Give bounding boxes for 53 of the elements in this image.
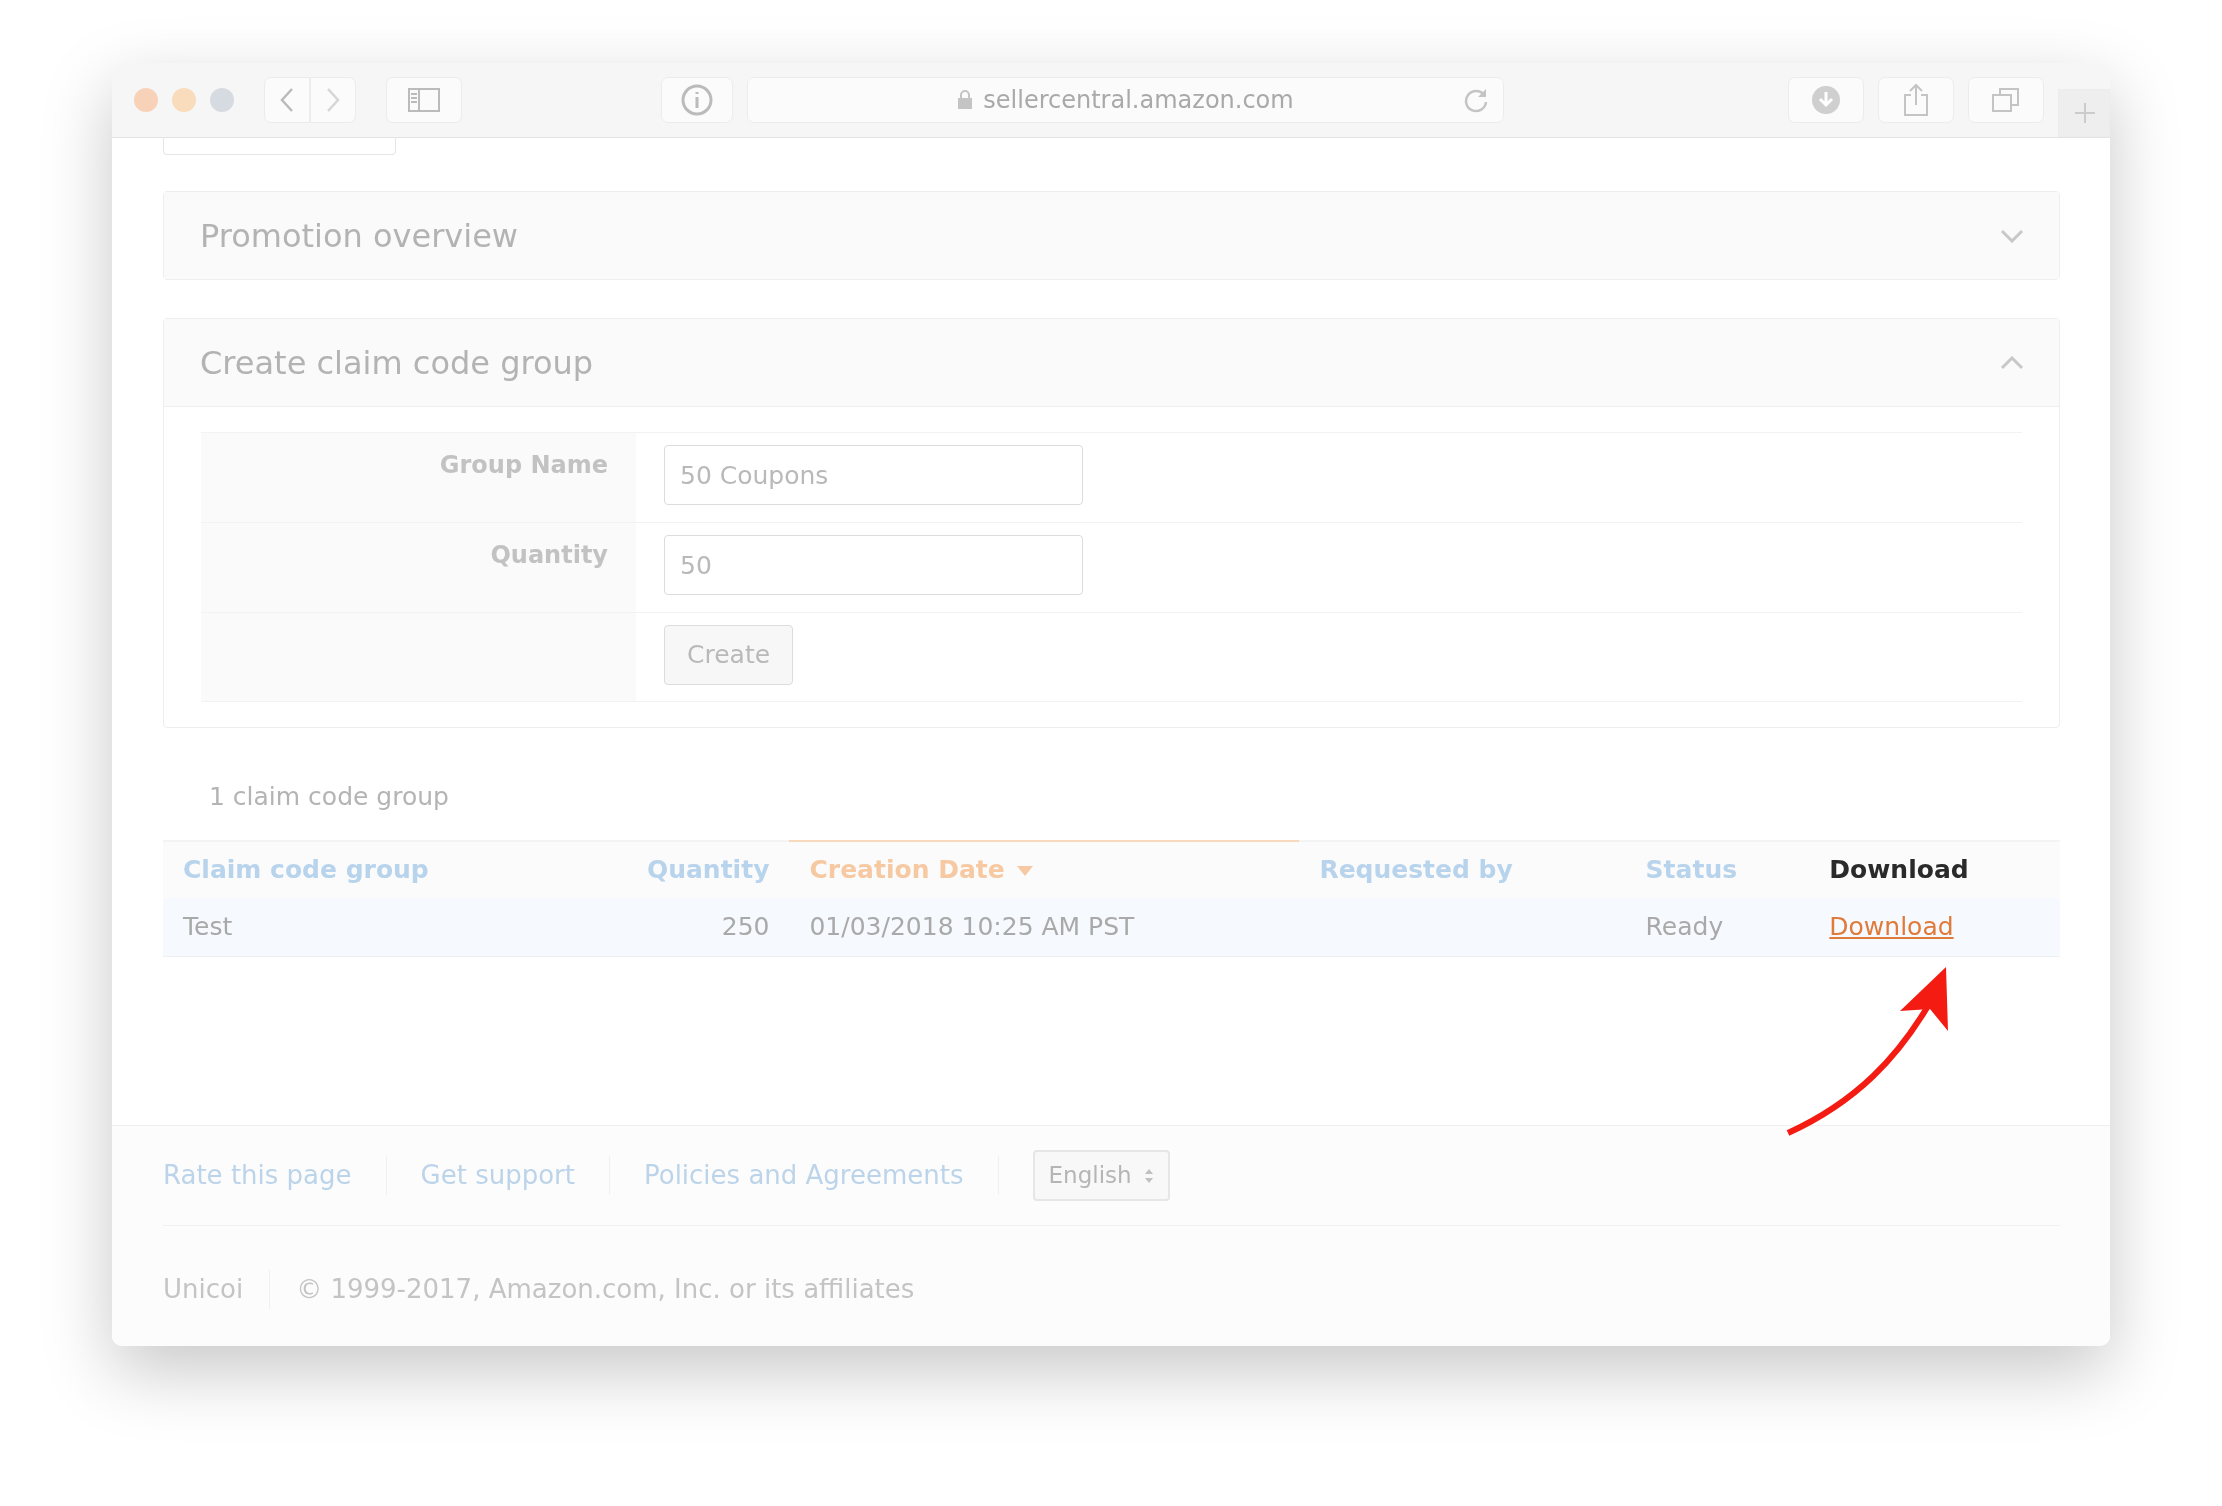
- create-button[interactable]: Create: [664, 625, 794, 685]
- chevron-down-icon: [2000, 228, 2024, 243]
- panel-title: Create claim code group: [200, 342, 594, 384]
- language-select[interactable]: English: [1032, 1150, 1170, 1201]
- download-button[interactable]: [1788, 77, 1864, 123]
- result-count: 1 claim code group: [208, 781, 450, 813]
- footer-link[interactable]: Policies and Agreements: [609, 1156, 999, 1195]
- column-header[interactable]: Creation Date: [789, 841, 1300, 898]
- field-label: Quantity: [201, 523, 636, 612]
- back-icon: [279, 87, 295, 113]
- forward-button[interactable]: [310, 77, 356, 123]
- column-header[interactable]: Quantity: [562, 841, 790, 898]
- table-cell: 01/03/2018 10:25 AM PST: [809, 912, 1135, 941]
- table-cell: Ready: [1645, 912, 1724, 941]
- tabs-button[interactable]: [1968, 77, 2044, 123]
- close-button[interactable]: [134, 88, 158, 112]
- reload-icon[interactable]: [1463, 87, 1489, 113]
- column-header: Download: [1809, 841, 2060, 898]
- share-icon: [1903, 83, 1929, 117]
- chevron-up-icon: [2000, 355, 2024, 370]
- column-header[interactable]: Claim code group: [163, 841, 563, 898]
- table-cell: 250: [721, 912, 770, 941]
- column-header[interactable]: Requested by: [1299, 841, 1626, 898]
- panel-header[interactable]: Promotion overview: [164, 192, 2059, 279]
- address-bar[interactable]: sellercentral.amazon.com: [747, 77, 1504, 123]
- back-button[interactable]: [264, 77, 310, 123]
- copyright-text: © 1999-2017, Amazon.com, Inc. or its affiliates: [295, 1272, 915, 1306]
- forward-icon: [325, 87, 341, 113]
- zoom-button[interactable]: [210, 88, 234, 112]
- info-icon: [681, 84, 713, 116]
- panel-header[interactable]: Create claim code group: [164, 319, 2059, 406]
- panel-title: Promotion overview: [200, 215, 519, 257]
- column-header[interactable]: Status: [1625, 841, 1810, 898]
- updown-icon: [1143, 1167, 1154, 1184]
- footer-link[interactable]: Rate this page: [163, 1156, 387, 1195]
- input-field[interactable]: 50 Coupons: [664, 445, 1083, 505]
- minimize-button[interactable]: [172, 88, 196, 112]
- lock-icon: [957, 90, 974, 110]
- plus-icon: [2073, 101, 2095, 125]
- footer-link[interactable]: Get support: [386, 1156, 610, 1195]
- sidebar-icon: [408, 88, 440, 112]
- input-field[interactable]: 50: [664, 535, 1083, 595]
- table-cell: Test: [183, 912, 233, 941]
- company-name: Unicoi: [163, 1269, 271, 1309]
- tabs-icon: [1992, 87, 2020, 113]
- sort-down-icon: [1016, 866, 1033, 877]
- url-text: sellercentral.amazon.com: [983, 85, 1294, 116]
- new-tab-button[interactable]: [2058, 89, 2110, 137]
- share-button[interactable]: [1878, 77, 1954, 123]
- sidebar-button[interactable]: [386, 77, 462, 123]
- info-button[interactable]: [661, 77, 733, 123]
- download-icon: [1811, 85, 1841, 115]
- field-label: Group Name: [201, 433, 636, 522]
